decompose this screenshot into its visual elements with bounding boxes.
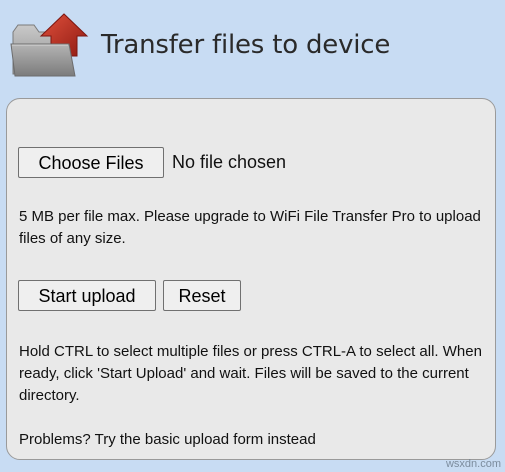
page-title: Transfer files to device — [101, 30, 391, 60]
upload-limit-text: 5 MB per file max. Please upgrade to WiF… — [19, 208, 481, 247]
start-upload-button[interactable]: Start upload — [18, 280, 156, 311]
upload-folder-icon — [10, 13, 89, 77]
basic-upload-form-link[interactable]: Try the basic upload form instead — [95, 431, 316, 448]
reset-button[interactable]: Reset — [163, 280, 241, 311]
choose-files-button[interactable]: Choose Files — [18, 147, 164, 178]
problems-line: Problems? Try the basic upload form inst… — [19, 429, 316, 451]
page-header: Transfer files to device — [0, 0, 505, 90]
file-status-label: No file chosen — [172, 152, 287, 172]
upload-panel: Choose Files No file chosen 5 MB per fil… — [6, 98, 496, 460]
upload-instructions-text: Hold CTRL to select multiple files or pr… — [19, 343, 482, 404]
problems-prefix: Problems? — [19, 431, 95, 448]
watermark: wsxdn.com — [445, 458, 501, 470]
